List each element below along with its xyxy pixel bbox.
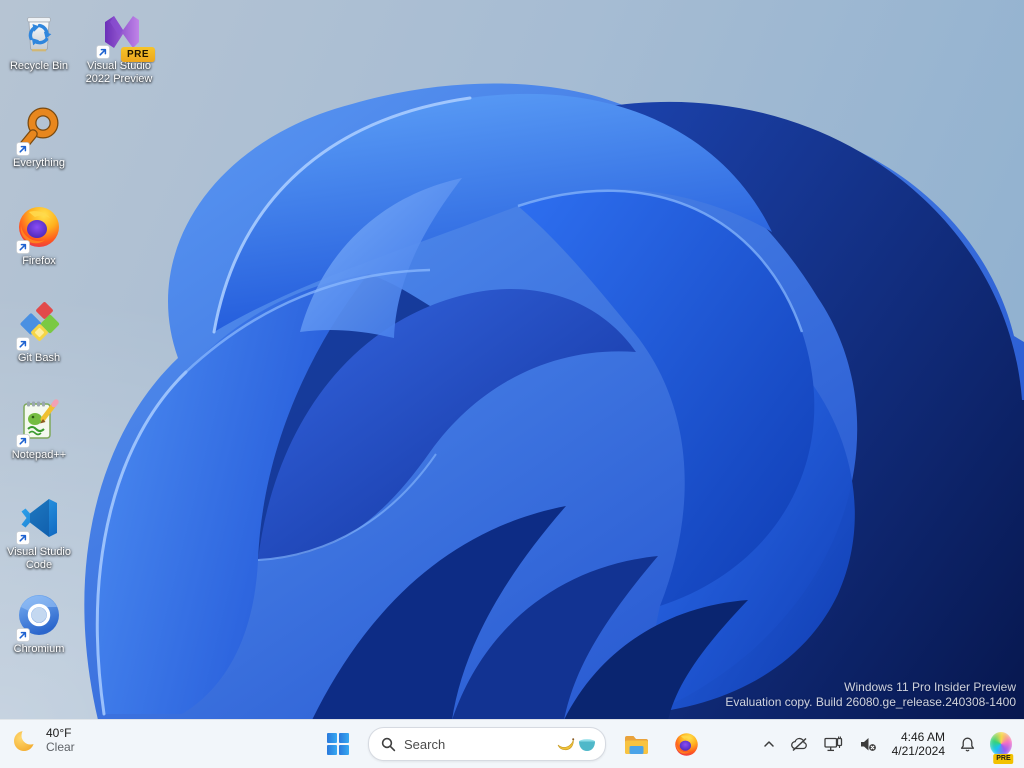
notifications-button[interactable] bbox=[953, 724, 982, 764]
shortcut-arrow-icon bbox=[96, 45, 110, 59]
search-placeholder: Search bbox=[404, 736, 446, 752]
bloom-illustration bbox=[84, 83, 1024, 720]
desktop-icon-firefox[interactable]: Firefox bbox=[0, 203, 78, 268]
chevron-up-icon bbox=[763, 741, 774, 747]
bell-icon bbox=[960, 737, 975, 751]
desktop-icon-label: Visual Studio 2022 Preview bbox=[85, 60, 153, 85]
desktop-icon-label: Visual Studio Code bbox=[6, 546, 71, 571]
weather-condition: Clear bbox=[46, 740, 75, 754]
taskbar-center: Search bbox=[318, 720, 706, 768]
shortcut-arrow-icon bbox=[16, 628, 30, 642]
crescent-moon-icon bbox=[14, 727, 38, 751]
start-button[interactable] bbox=[318, 724, 358, 764]
desktop-icon-recycle-bin[interactable]: Recycle Bin bbox=[0, 8, 78, 73]
desktop-screen: Windows 11 Pro Insider Preview Evaluatio… bbox=[0, 0, 1024, 768]
search-icon bbox=[381, 737, 396, 751]
taskbar: 40°F Clear Search 4:46 AM 4/21/2024 PRE bbox=[0, 719, 1024, 768]
shortcut-arrow-icon bbox=[16, 142, 30, 156]
show-hidden-icons-button[interactable] bbox=[756, 724, 782, 764]
file-explorer-icon bbox=[624, 735, 648, 754]
weather-temperature: 40°F bbox=[46, 726, 72, 740]
desktop-icon-label: Chromium bbox=[13, 643, 65, 655]
wired-network-icon bbox=[823, 736, 842, 751]
copilot-icon bbox=[990, 732, 1012, 756]
taskbar-firefox-button[interactable] bbox=[666, 724, 706, 764]
shortcut-arrow-icon bbox=[16, 434, 30, 448]
bowl-icon bbox=[579, 739, 595, 751]
shortcut-arrow-icon bbox=[16, 337, 30, 351]
search-box[interactable]: Search bbox=[368, 727, 606, 761]
windows-build-watermark: Windows 11 Pro Insider Preview Evaluatio… bbox=[725, 680, 1016, 710]
desktop-icon-label: Recycle Bin bbox=[9, 60, 69, 72]
taskbar-file-explorer-button[interactable] bbox=[616, 724, 656, 764]
banana-icon bbox=[557, 738, 575, 751]
copilot-preview-badge: PRE bbox=[993, 754, 1014, 764]
shortcut-arrow-icon bbox=[16, 240, 30, 254]
desktop-icon-everything[interactable]: Everything bbox=[0, 105, 78, 170]
shortcut-arrow-icon bbox=[16, 531, 30, 545]
tray-time: 4:46 AM bbox=[900, 730, 945, 744]
copilot-button[interactable]: PRE bbox=[984, 724, 1018, 764]
desktop-icon-label: Git Bash bbox=[17, 352, 61, 364]
desktop-icon-notepad-plus-plus[interactable]: Notepad++ bbox=[0, 397, 78, 462]
volume-muted-icon bbox=[860, 738, 876, 751]
watermark-line1: Windows 11 Pro Insider Preview bbox=[844, 680, 1016, 694]
onedrive-paused-button[interactable] bbox=[784, 724, 815, 764]
clock-tray-button[interactable]: 4:46 AM 4/21/2024 bbox=[886, 724, 951, 764]
desktop-icon-git-bash[interactable]: Git Bash bbox=[0, 300, 78, 365]
desktop-icon-visual-studio-2022-preview[interactable]: PRE Visual Studio 2022 Preview bbox=[80, 8, 158, 86]
desktop-icon-chromium[interactable]: Chromium bbox=[0, 591, 78, 656]
weather-widget[interactable]: 40°F Clear bbox=[2, 720, 85, 760]
wallpaper-windows-bloom bbox=[0, 0, 1024, 720]
search-highlight bbox=[555, 734, 599, 754]
desktop-icon-label: Everything bbox=[13, 157, 65, 169]
desktop-icon-label: Notepad++ bbox=[11, 449, 67, 461]
tray-date: 4/21/2024 bbox=[891, 744, 945, 758]
system-tray: 4:46 AM 4/21/2024 PRE bbox=[756, 720, 1018, 768]
watermark-line2: Evaluation copy. Build 26080.ge_release.… bbox=[725, 695, 1016, 709]
network-button[interactable] bbox=[817, 724, 850, 764]
firefox-icon bbox=[674, 732, 698, 756]
desktop-icon-label: Firefox bbox=[22, 255, 56, 267]
windows-start-icon bbox=[327, 733, 349, 755]
recycle-bin-icon bbox=[27, 17, 52, 52]
preview-badge: PRE bbox=[120, 47, 155, 62]
onedrive-paused-icon bbox=[790, 737, 807, 751]
desktop-icon-visual-studio-code[interactable]: Visual Studio Code bbox=[0, 494, 78, 572]
volume-muted-button[interactable] bbox=[852, 724, 884, 764]
